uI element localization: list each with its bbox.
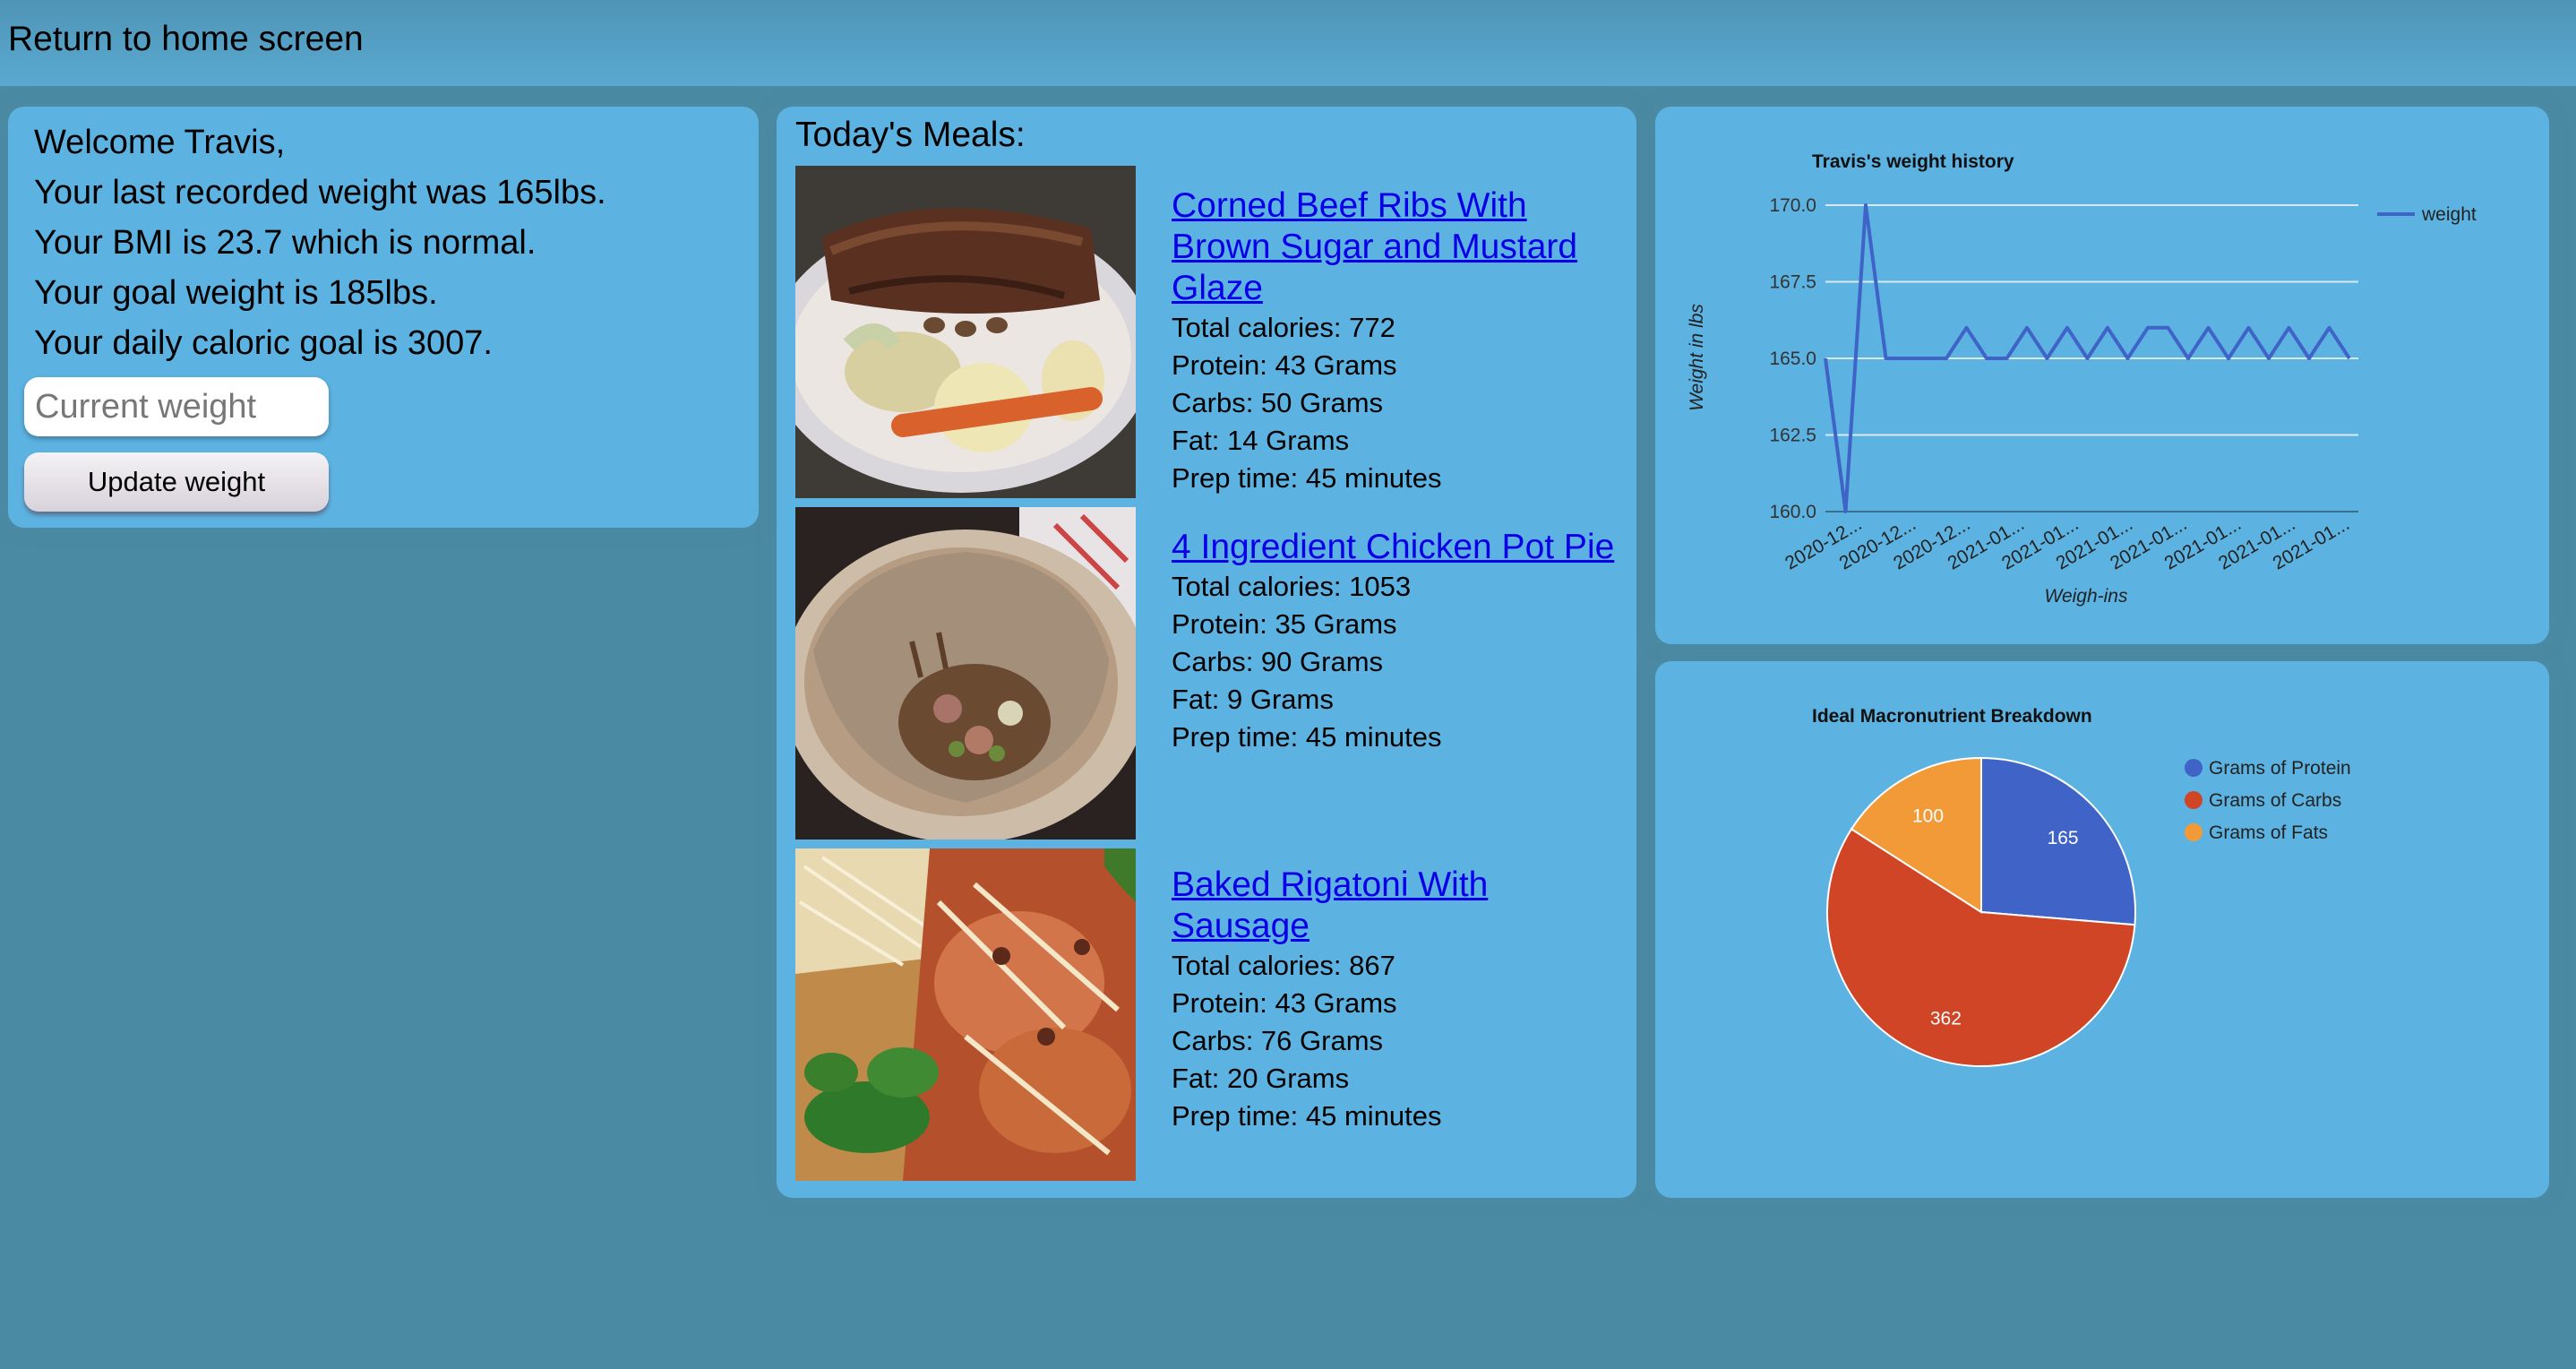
meal-carbs: Carbs: 90 Grams (1172, 646, 1384, 677)
y-tick-label: 170.0 (1769, 195, 1816, 216)
return-home-link[interactable]: Return to home screen (8, 20, 364, 59)
last-weight-text: Your last recorded weight was 165lbs. (34, 174, 606, 211)
pie-value-label: 100 (1912, 805, 1944, 826)
meal-prep-time: Prep time: 45 minutes (1172, 1100, 1442, 1132)
meal-card: Corned Beef Ribs With Brown Sugar and Mu… (795, 166, 1628, 498)
macro-breakdown-panel: Ideal Macronutrient Breakdown 165 362 100 … (1655, 661, 2549, 1198)
meal-protein: Protein: 35 Grams (1172, 608, 1397, 640)
legend-label: Grams of Carbs (2209, 790, 2341, 811)
meal-info: Corned Beef Ribs With Brown Sugar and Mu… (1172, 185, 1577, 497)
weight-history-chart: Travis's weight history Weight in lbs We… (1687, 151, 2477, 607)
y-tick-label: 162.5 (1769, 426, 1816, 446)
meal-link-chicken-pot-pie[interactable]: 4 Ingredient Chicken Pot Pie (1172, 527, 1614, 568)
meal-prep-time: Prep time: 45 minutes (1172, 462, 1442, 494)
bmi-text: Your BMI is 23.7 which is normal. (34, 224, 537, 262)
legend-label-weight: weight (2421, 204, 2477, 225)
legend-label: Grams of Protein (2209, 758, 2351, 779)
meal-fat: Fat: 14 Grams (1172, 425, 1350, 456)
meal-fat: Fat: 9 Grams (1172, 684, 1334, 715)
meal-card: Baked Rigatoni With Sausage Total calori… (795, 848, 1628, 1181)
meals-panel: Today's Meals: Corned Beef Ribs With Bro… (777, 107, 1636, 1198)
caloric-goal-text: Your daily caloric goal is 3007. (34, 324, 493, 362)
x-axis-label: Weigh-ins (2045, 586, 2128, 607)
pie-value-label: 362 (1930, 1008, 1962, 1029)
legend-swatch (2185, 759, 2202, 777)
meal-fat: Fat: 20 Grams (1172, 1063, 1350, 1094)
meals-title: Today's Meals: (795, 116, 1026, 154)
y-tick-label: 167.5 (1769, 272, 1816, 293)
y-tick-label: 165.0 (1769, 349, 1816, 369)
goal-weight-text: Your goal weight is 185lbs. (34, 274, 438, 312)
y-tick-label: 160.0 (1769, 502, 1816, 522)
meal-link-baked-rigatoni[interactable]: Baked Rigatoni With Sausage (1172, 865, 1488, 947)
welcome-greeting: Welcome Travis, (34, 124, 286, 161)
weight-series-line (1824, 203, 2351, 513)
meal-carbs: Carbs: 76 Grams (1172, 1025, 1384, 1056)
meal-info: 4 Ingredient Chicken Pot Pie Total calor… (1172, 527, 1614, 756)
meal-calories: Total calories: 772 (1172, 312, 1395, 343)
legend-swatch (2185, 823, 2202, 841)
meal-card: 4 Ingredient Chicken Pot Pie Total calor… (795, 507, 1628, 839)
welcome-panel: Welcome Travis, Your last recorded weigh… (8, 107, 759, 528)
meal-info: Baked Rigatoni With Sausage Total calori… (1172, 865, 1488, 1135)
update-weight-button[interactable]: Update weight (24, 452, 329, 512)
meal-link-corned-beef[interactable]: Corned Beef Ribs With Brown Sugar and Mu… (1172, 185, 1577, 309)
weight-history-panel: Travis's weight history Weight in lbs We… (1655, 107, 2549, 644)
legend-swatch (2185, 791, 2202, 809)
chicken-pot-pie-photo (795, 507, 1136, 839)
meal-carbs: Carbs: 50 Grams (1172, 387, 1384, 418)
meal-calories: Total calories: 867 (1172, 950, 1395, 981)
meal-calories: Total calories: 1053 (1172, 571, 1412, 602)
meal-protein: Protein: 43 Grams (1172, 349, 1397, 381)
pie-value-label: 165 (2048, 828, 2079, 848)
chart-title: Travis's weight history (1812, 151, 2014, 172)
chart-title: Ideal Macronutrient Breakdown (1812, 706, 2092, 727)
current-weight-input[interactable] (24, 377, 329, 436)
corned-beef-ribs-photo (795, 166, 1136, 498)
meal-protein: Protein: 43 Grams (1172, 987, 1397, 1019)
legend-label: Grams of Fats (2209, 822, 2328, 843)
baked-rigatoni-photo (795, 848, 1136, 1181)
top-bar: Return to home screen (0, 0, 2576, 86)
macro-breakdown-chart: Ideal Macronutrient Breakdown 165362100 … (1812, 706, 2351, 1067)
meal-prep-time: Prep time: 45 minutes (1172, 721, 1442, 753)
y-axis-label: Weight in lbs (1687, 304, 1707, 411)
